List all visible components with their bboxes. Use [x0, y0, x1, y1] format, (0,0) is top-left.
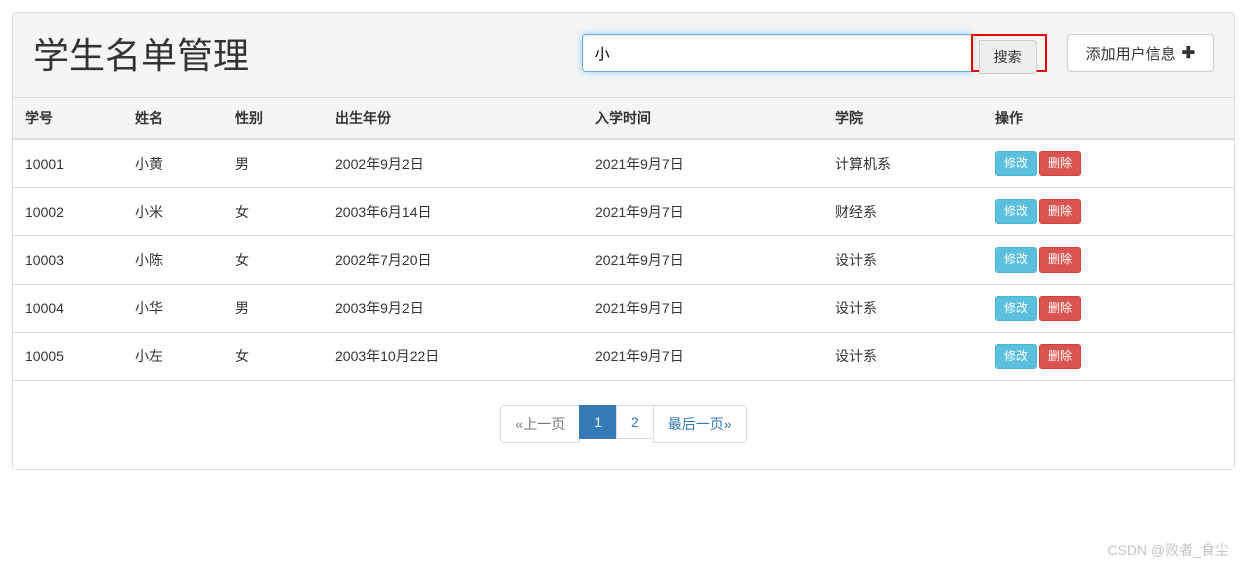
- pager: «上一页 1 2 最后一页»: [13, 380, 1234, 469]
- table-row: 10001小黄男2002年9月2日2021年9月7日计算机系修改删除: [13, 139, 1234, 188]
- header-row: 学生名单管理 搜索 添加用户信息 ✚: [13, 13, 1234, 97]
- cell-dept: 设计系: [823, 284, 983, 332]
- cell-id: 10002: [13, 188, 123, 236]
- col-dept: 学院: [823, 98, 983, 140]
- cell-sex: 女: [223, 332, 323, 380]
- table-row: 10002小米女2003年6月14日2021年9月7日财经系修改删除: [13, 188, 1234, 236]
- search-input[interactable]: [582, 34, 972, 72]
- edit-button[interactable]: 修改: [995, 247, 1037, 272]
- student-table: 学号 姓名 性别 出生年份 入学时间 学院 操作 10001小黄男2002年9月…: [13, 97, 1234, 380]
- plus-icon: ✚: [1182, 43, 1195, 63]
- pager-page-2[interactable]: 2: [616, 405, 654, 439]
- cell-enroll: 2021年9月7日: [583, 188, 823, 236]
- cell-name: 小米: [123, 188, 223, 236]
- cell-dept: 设计系: [823, 236, 983, 284]
- edit-button[interactable]: 修改: [995, 296, 1037, 321]
- edit-button[interactable]: 修改: [995, 344, 1037, 369]
- cell-dept: 设计系: [823, 332, 983, 380]
- cell-enroll: 2021年9月7日: [583, 284, 823, 332]
- delete-button[interactable]: 删除: [1039, 199, 1081, 224]
- cell-id: 10005: [13, 332, 123, 380]
- pager-prev[interactable]: «上一页: [500, 405, 580, 443]
- cell-ops: 修改删除: [983, 236, 1234, 284]
- delete-button[interactable]: 删除: [1039, 296, 1081, 321]
- pager-last[interactable]: 最后一页»: [653, 405, 747, 443]
- cell-birth: 2002年9月2日: [323, 139, 583, 188]
- table-row: 10005小左女2003年10月22日2021年9月7日设计系修改删除: [13, 332, 1234, 380]
- col-id: 学号: [13, 98, 123, 140]
- search-group: 搜索: [582, 34, 1047, 72]
- cell-ops: 修改删除: [983, 284, 1234, 332]
- cell-birth: 2003年9月2日: [323, 284, 583, 332]
- cell-birth: 2002年7月20日: [323, 236, 583, 284]
- cell-id: 10004: [13, 284, 123, 332]
- table-row: 10004小华男2003年9月2日2021年9月7日设计系修改删除: [13, 284, 1234, 332]
- cell-name: 小黄: [123, 139, 223, 188]
- delete-button[interactable]: 删除: [1039, 151, 1081, 176]
- cell-id: 10003: [13, 236, 123, 284]
- add-user-button[interactable]: 添加用户信息 ✚: [1067, 34, 1214, 72]
- col-enroll: 入学时间: [583, 98, 823, 140]
- delete-button[interactable]: 删除: [1039, 344, 1081, 369]
- table-row: 10003小陈女2002年7月20日2021年9月7日设计系修改删除: [13, 236, 1234, 284]
- cell-name: 小陈: [123, 236, 223, 284]
- cell-sex: 女: [223, 236, 323, 284]
- cell-sex: 男: [223, 139, 323, 188]
- panel: 学生名单管理 搜索 添加用户信息 ✚ 学号 姓名 性别 出生年份 入学时间 学院…: [12, 12, 1235, 470]
- search-button-highlight: 搜索: [971, 34, 1047, 72]
- cell-ops: 修改删除: [983, 332, 1234, 380]
- edit-button[interactable]: 修改: [995, 151, 1037, 176]
- col-name: 姓名: [123, 98, 223, 140]
- cell-birth: 2003年10月22日: [323, 332, 583, 380]
- pager-page-1[interactable]: 1: [579, 405, 617, 439]
- cell-sex: 女: [223, 188, 323, 236]
- cell-dept: 财经系: [823, 188, 983, 236]
- cell-enroll: 2021年9月7日: [583, 332, 823, 380]
- cell-enroll: 2021年9月7日: [583, 236, 823, 284]
- col-sex: 性别: [223, 98, 323, 140]
- delete-button[interactable]: 删除: [1039, 247, 1081, 272]
- cell-sex: 男: [223, 284, 323, 332]
- pagination: «上一页 1 2 最后一页»: [500, 405, 746, 443]
- page-title: 学生名单管理: [33, 27, 249, 79]
- col-ops: 操作: [983, 98, 1234, 140]
- cell-name: 小华: [123, 284, 223, 332]
- cell-enroll: 2021年9月7日: [583, 139, 823, 188]
- watermark: CSDN @败者_食尘: [1107, 540, 1229, 560]
- search-button[interactable]: 搜索: [979, 40, 1037, 74]
- table-header-row: 学号 姓名 性别 出生年份 入学时间 学院 操作: [13, 98, 1234, 140]
- cell-id: 10001: [13, 139, 123, 188]
- cell-birth: 2003年6月14日: [323, 188, 583, 236]
- cell-ops: 修改删除: [983, 188, 1234, 236]
- add-user-label: 添加用户信息: [1086, 43, 1176, 64]
- cell-name: 小左: [123, 332, 223, 380]
- cell-dept: 计算机系: [823, 139, 983, 188]
- edit-button[interactable]: 修改: [995, 199, 1037, 224]
- col-birth: 出生年份: [323, 98, 583, 140]
- cell-ops: 修改删除: [983, 139, 1234, 188]
